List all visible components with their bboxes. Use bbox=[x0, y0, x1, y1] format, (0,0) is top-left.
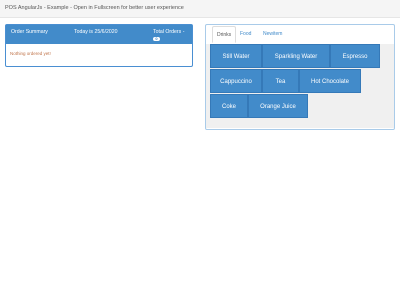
current-date: Today is 25/6/2020 bbox=[74, 29, 118, 35]
total-orders-label: Total Orders - bbox=[153, 29, 185, 35]
item-cappuccino-button[interactable]: Cappuccino bbox=[210, 69, 262, 93]
menu-panel: Drinks Food Newitem Still Water Sparklin… bbox=[205, 24, 395, 130]
menu-items-area: Still Water Sparkling Water Espresso Cap… bbox=[206, 44, 394, 128]
top-bar: POS AngularJs - Example - Open in Fullsc… bbox=[0, 0, 400, 18]
item-hot-chocolate-button[interactable]: Hot Chocolate bbox=[299, 69, 361, 93]
item-coke-button[interactable]: Coke bbox=[210, 94, 248, 118]
total-orders-badge: 0 bbox=[153, 37, 160, 41]
tab-drinks[interactable]: Drinks bbox=[212, 26, 237, 43]
item-espresso-button[interactable]: Espresso bbox=[330, 44, 380, 68]
item-tea-button[interactable]: Tea bbox=[262, 69, 299, 93]
total-orders: Total Orders - 0 bbox=[153, 29, 185, 41]
page-title: POS AngularJs - Example - Open in Fullsc… bbox=[5, 5, 184, 11]
tab-newitem[interactable]: Newitem bbox=[259, 26, 286, 43]
item-still-water-button[interactable]: Still Water bbox=[210, 44, 262, 68]
item-orange-juice-button[interactable]: Orange Juice bbox=[248, 94, 308, 118]
order-summary-title: Order Summary bbox=[11, 29, 48, 35]
order-summary-header: Order Summary Today is 25/6/2020 Total O… bbox=[6, 25, 192, 44]
menu-tabs: Drinks Food Newitem bbox=[206, 25, 394, 45]
empty-order-message: Nothing ordered yet! bbox=[10, 51, 51, 56]
item-sparkling-water-button[interactable]: Sparkling Water bbox=[262, 44, 330, 68]
tab-food[interactable]: Food bbox=[236, 26, 255, 43]
order-summary-panel: Order Summary Today is 25/6/2020 Total O… bbox=[5, 24, 193, 67]
